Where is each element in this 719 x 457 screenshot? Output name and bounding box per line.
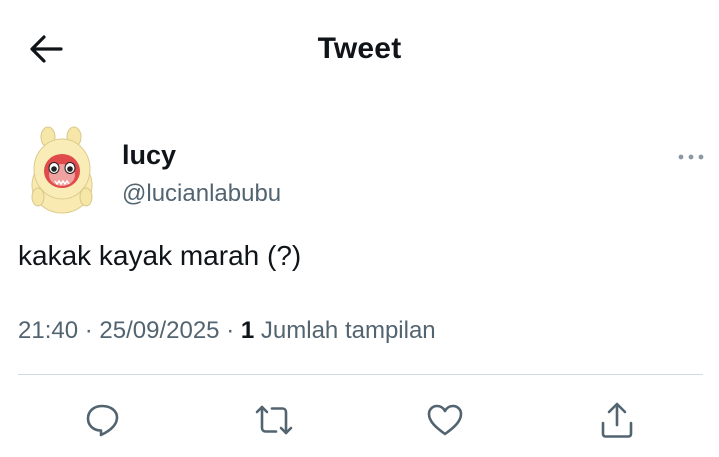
tweet-date: 25/09/2025 bbox=[99, 317, 220, 344]
share-icon bbox=[601, 402, 633, 438]
more-horizontal-icon bbox=[678, 154, 704, 160]
views-label[interactable]: Jumlah tampilan bbox=[261, 317, 436, 344]
views-count[interactable]: 1 bbox=[241, 317, 254, 344]
tweet-meta: 21:40 · 25/09/2025 · 1 Jumlah tampilan bbox=[18, 317, 436, 345]
header-bar: Tweet bbox=[0, 0, 719, 100]
meta-separator: · bbox=[84, 317, 93, 344]
tweet-detail-page: Tweet lucy @lucianlabubu kakak kayak mar… bbox=[0, 0, 719, 457]
avatar[interactable] bbox=[26, 125, 98, 217]
page-title: Tweet bbox=[317, 32, 402, 65]
user-handle[interactable]: @lucianlabubu bbox=[122, 180, 281, 208]
retweet-button[interactable] bbox=[254, 400, 294, 440]
reply-button[interactable] bbox=[83, 400, 123, 440]
divider bbox=[18, 374, 703, 375]
tweet-text: kakak kayak marah (?) bbox=[18, 240, 302, 271]
tweet-time: 21:40 bbox=[18, 317, 79, 344]
heart-icon bbox=[427, 404, 463, 436]
meta-separator: · bbox=[226, 317, 235, 344]
display-name[interactable]: lucy bbox=[122, 140, 176, 171]
like-button[interactable] bbox=[425, 400, 465, 440]
more-options-button[interactable] bbox=[677, 146, 705, 168]
retweet-icon bbox=[255, 405, 293, 435]
labubu-avatar-icon bbox=[31, 126, 93, 214]
reply-icon bbox=[86, 404, 119, 437]
share-button[interactable] bbox=[597, 400, 637, 440]
